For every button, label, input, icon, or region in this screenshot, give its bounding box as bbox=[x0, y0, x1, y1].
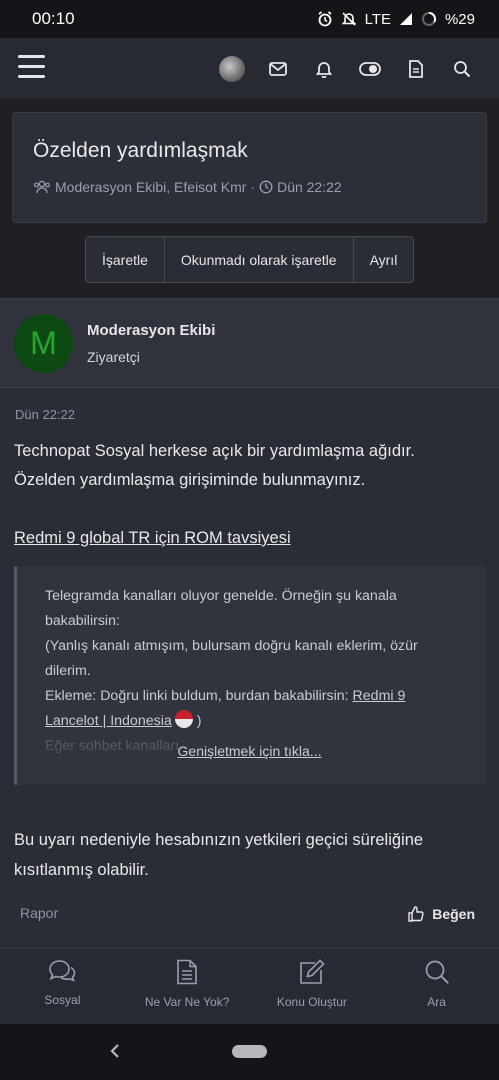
search-icon bbox=[454, 60, 471, 77]
quote-expand-link[interactable]: Genişletmek için tıkla... bbox=[0, 743, 499, 759]
quote-text: Ekleme: Doğru linki buldum, burdan bakab… bbox=[45, 688, 353, 704]
users-icon bbox=[34, 180, 50, 194]
theme-toggle-button[interactable] bbox=[347, 46, 393, 92]
search-icon bbox=[425, 960, 449, 984]
quote-line: Ekleme: Doğru linki buldum, burdan bakab… bbox=[45, 684, 458, 709]
report-button[interactable]: Rapor bbox=[20, 905, 58, 921]
tab-label: Ne Var Ne Yok? bbox=[144, 995, 230, 1009]
signal-icon bbox=[399, 13, 412, 25]
meta-separator: · bbox=[250, 179, 256, 195]
quote-line: Lancelot | Indonesia ) bbox=[45, 709, 458, 734]
edit-icon bbox=[300, 959, 325, 984]
leave-button[interactable]: Ayrıl bbox=[354, 237, 414, 282]
status-icons: LTE %29 bbox=[317, 11, 475, 28]
mute-icon bbox=[341, 12, 356, 26]
post-warning: Bu uyarı nedeniyle hesabınızın yetkileri… bbox=[14, 825, 484, 885]
thread-date: Dün 22:22 bbox=[277, 179, 342, 195]
back-icon[interactable] bbox=[105, 1039, 125, 1063]
tab-label: Konu Oluştur bbox=[276, 995, 347, 1009]
author-name[interactable]: Moderasyon Ekibi bbox=[87, 322, 215, 339]
quote-line: dilerim. bbox=[45, 663, 91, 679]
alerts-button[interactable] bbox=[301, 46, 347, 92]
quote-line: (Yanlış kanalı atmışım, bulursam doğru k… bbox=[45, 638, 418, 654]
quote-link[interactable]: Redmi 9 bbox=[353, 688, 406, 704]
quote-line: bakabilirsin: bbox=[45, 613, 120, 629]
battery-label: %29 bbox=[444, 10, 475, 28]
conversations-button[interactable] bbox=[255, 46, 301, 92]
post-author-header: M Moderasyon Ekibi Ziyaretçi bbox=[0, 299, 499, 388]
system-navigation-bar bbox=[0, 1024, 499, 1080]
top-navigation bbox=[0, 38, 499, 99]
home-pill[interactable] bbox=[232, 1045, 267, 1058]
bell-icon bbox=[316, 61, 332, 78]
tab-create-thread[interactable]: Konu Oluştur bbox=[250, 949, 375, 1024]
chat-bubbles-icon bbox=[49, 960, 76, 982]
nav-icons bbox=[209, 38, 485, 99]
thread-title: Özelden yardımlaşmak bbox=[33, 139, 248, 162]
post: M Moderasyon Ekibi Ziyaretçi Dün 22:22 T… bbox=[0, 298, 499, 948]
quote-line: Telegramda kanalları oluyor genelde. Örn… bbox=[45, 588, 397, 604]
whats-new-button[interactable] bbox=[393, 46, 439, 92]
thread-header: Özelden yardımlaşmak Moderasyon Ekibi, E… bbox=[12, 112, 487, 223]
toggle-icon bbox=[359, 61, 381, 76]
tab-label: Sosyal bbox=[44, 993, 81, 1007]
tab-search[interactable]: Ara bbox=[374, 949, 499, 1024]
like-button[interactable]: Beğen bbox=[408, 906, 475, 922]
like-label: Beğen bbox=[432, 906, 475, 922]
mail-icon bbox=[269, 61, 287, 76]
warning-line: kısıtlanmış olabilir. bbox=[14, 861, 149, 879]
bottom-tab-bar: Sosyal Ne Var Ne Yok? Konu Oluştur Ara bbox=[0, 948, 499, 1024]
post-body: Technopat Sosyal herkese açık bir yardım… bbox=[14, 437, 484, 495]
author-avatar[interactable]: M bbox=[14, 313, 73, 373]
post-body-line: Technopat Sosyal herkese açık bir yardım… bbox=[14, 442, 415, 460]
thread-participants[interactable]: Moderasyon Ekibi, Efeisot Kmr bbox=[55, 179, 246, 195]
search-button[interactable] bbox=[439, 46, 485, 92]
clock-icon bbox=[259, 180, 273, 194]
avatar bbox=[219, 55, 245, 82]
mark-button[interactable]: İşaretle bbox=[86, 237, 165, 282]
account-button[interactable] bbox=[209, 46, 255, 92]
mark-unread-button[interactable]: Okunmadı olarak işaretle bbox=[165, 237, 354, 282]
thread-actions: İşaretle Okunmadı olarak işaretle Ayrıl bbox=[85, 236, 415, 283]
quote-text: ) bbox=[192, 713, 202, 729]
status-bar: 00:10 LTE %29 bbox=[0, 0, 499, 38]
document-icon bbox=[177, 959, 197, 985]
battery-ring-icon bbox=[421, 12, 436, 26]
alarm-icon bbox=[318, 11, 332, 27]
indonesia-flag-icon bbox=[174, 710, 193, 728]
status-time: 00:10 bbox=[32, 9, 75, 28]
tab-label: Ara bbox=[427, 995, 446, 1009]
post-date[interactable]: Dün 22:22 bbox=[15, 407, 75, 422]
menu-icon[interactable] bbox=[18, 55, 45, 79]
warning-line: Bu uyarı nedeniyle hesabınızın yetkileri… bbox=[14, 831, 424, 849]
thread-meta: Moderasyon Ekibi, Efeisot Kmr · Dün 22:2… bbox=[33, 179, 466, 195]
tab-whats-new[interactable]: Ne Var Ne Yok? bbox=[125, 949, 250, 1024]
author-info: Moderasyon Ekibi Ziyaretçi bbox=[87, 322, 215, 365]
author-role: Ziyaretçi bbox=[87, 348, 140, 365]
network-label: LTE bbox=[364, 10, 391, 28]
quote-link[interactable]: Lancelot | Indonesia bbox=[45, 713, 172, 729]
thumbs-up-icon bbox=[408, 906, 424, 922]
thread-link[interactable]: Redmi 9 global TR için ROM tavsiyesi bbox=[14, 529, 291, 548]
document-icon bbox=[409, 59, 423, 78]
post-body-line: Özelden yardımlaşma girişiminde bulunmay… bbox=[14, 471, 366, 489]
tab-sosyal[interactable]: Sosyal bbox=[0, 949, 125, 1024]
